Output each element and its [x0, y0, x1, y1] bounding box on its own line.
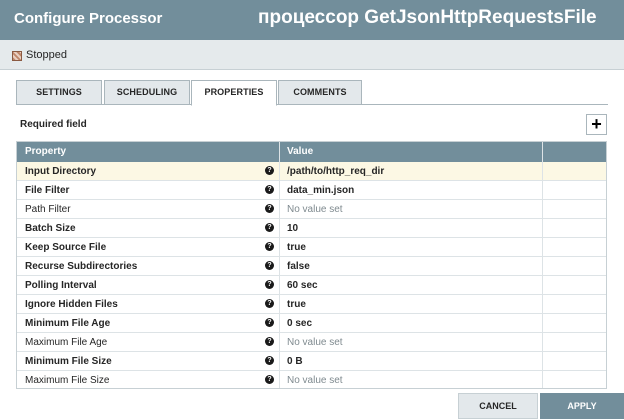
table-row[interactable]: Ignore Hidden Files? true	[17, 295, 606, 314]
help-icon[interactable]: ?	[265, 185, 274, 194]
table-row[interactable]: File Filter? data_min.json	[17, 181, 606, 200]
table-row[interactable]: Batch Size? 10	[17, 219, 606, 238]
table-row[interactable]: Minimum File Age? 0 sec	[17, 314, 606, 333]
tab-scheduling[interactable]: SCHEDULING	[104, 80, 190, 105]
property-name: Path Filter	[25, 204, 71, 215]
table-row[interactable]: Recurse Subdirectories? false	[17, 257, 606, 276]
add-property-button[interactable]: +	[586, 114, 607, 135]
help-icon[interactable]: ?	[265, 223, 274, 232]
help-icon[interactable]: ?	[265, 242, 274, 251]
table-row[interactable]: Maximum File Size? No value set	[17, 371, 606, 388]
help-icon[interactable]: ?	[265, 204, 274, 213]
status-text: Stopped	[26, 49, 67, 61]
column-header-value[interactable]: Value	[287, 146, 313, 157]
property-value[interactable]: true	[287, 299, 306, 310]
property-value[interactable]: No value set	[287, 337, 343, 348]
help-icon[interactable]: ?	[265, 337, 274, 346]
dialog-titlebar: Configure Processor процессор GetJsonHtt…	[0, 0, 624, 40]
status-bar	[0, 40, 624, 70]
table-header: Property Value	[17, 142, 606, 162]
property-name: Maximum File Size	[25, 375, 110, 386]
property-value[interactable]: 60 sec	[287, 280, 318, 291]
properties-table: Property Value Input Directory? /path/to/…	[16, 141, 607, 389]
help-icon[interactable]: ?	[265, 261, 274, 270]
stopped-icon	[12, 51, 22, 61]
table-row[interactable]: Path Filter? No value set	[17, 200, 606, 219]
help-icon[interactable]: ?	[265, 375, 274, 384]
property-value[interactable]: 0 B	[287, 356, 303, 367]
property-name: Minimum File Age	[25, 318, 111, 329]
property-name: Polling Interval	[25, 280, 97, 291]
cancel-button[interactable]: CANCEL	[458, 393, 538, 419]
property-value[interactable]: /path/to/http_req_dir	[287, 166, 384, 177]
property-value[interactable]: data_min.json	[287, 185, 354, 196]
table-row[interactable]: Maximum File Age? No value set	[17, 333, 606, 352]
required-field-label: Required field	[20, 119, 87, 130]
column-header-property[interactable]: Property	[25, 146, 66, 157]
help-icon[interactable]: ?	[265, 280, 274, 289]
property-value[interactable]: No value set	[287, 204, 343, 215]
dialog-title: Configure Processor	[14, 10, 163, 27]
property-name: Keep Source File	[25, 242, 107, 253]
property-name: Batch Size	[25, 223, 76, 234]
apply-button[interactable]: APPLY	[540, 393, 624, 419]
property-name: File Filter	[25, 185, 70, 196]
property-name: Input Directory	[25, 166, 97, 177]
help-icon[interactable]: ?	[265, 299, 274, 308]
overlay-caption: процессор GetJsonHttpRequestsFile	[258, 7, 597, 28]
table-row[interactable]: Input Directory? /path/to/http_req_dir	[17, 162, 606, 181]
table-row[interactable]: Keep Source File? true	[17, 238, 606, 257]
property-value[interactable]: false	[287, 261, 310, 272]
property-value[interactable]: true	[287, 242, 306, 253]
column-divider-value	[542, 142, 543, 388]
property-name: Recurse Subdirectories	[25, 261, 138, 272]
column-divider-property	[279, 142, 280, 388]
property-name: Ignore Hidden Files	[25, 299, 118, 310]
property-name: Minimum File Size	[25, 356, 112, 367]
property-value[interactable]: No value set	[287, 375, 343, 386]
table-row[interactable]: Polling Interval? 60 sec	[17, 276, 606, 295]
help-icon[interactable]: ?	[265, 318, 274, 327]
help-icon[interactable]: ?	[265, 166, 274, 175]
table-row[interactable]: Minimum File Size? 0 B	[17, 352, 606, 371]
property-value[interactable]: 10	[287, 223, 298, 234]
property-value[interactable]: 0 sec	[287, 318, 312, 329]
tab-properties[interactable]: PROPERTIES	[191, 80, 277, 106]
help-icon[interactable]: ?	[265, 356, 274, 365]
property-name: Maximum File Age	[25, 337, 108, 348]
tab-settings[interactable]: SETTINGS	[16, 80, 102, 105]
tab-comments[interactable]: COMMENTS	[278, 80, 362, 105]
